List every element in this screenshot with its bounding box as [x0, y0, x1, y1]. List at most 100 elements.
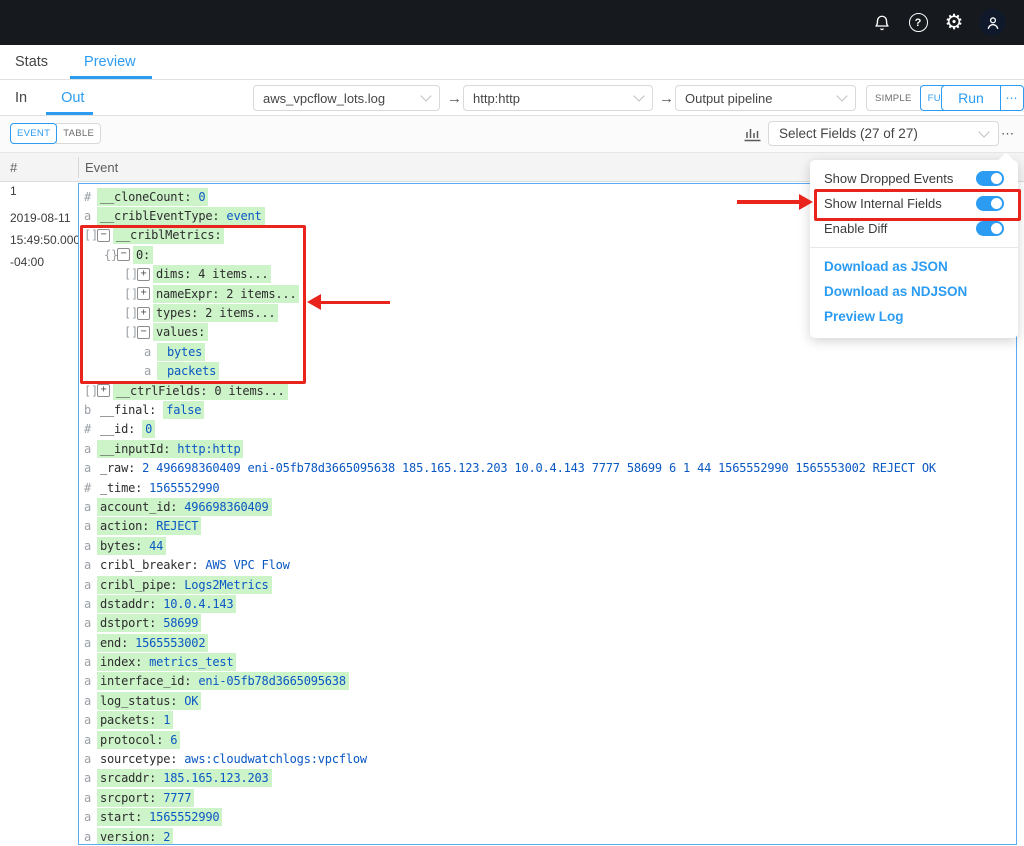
str-type-icon: a — [84, 616, 97, 630]
histogram-icon[interactable] — [744, 126, 761, 147]
field-value: 1565552990 — [149, 481, 219, 495]
table-view-button[interactable]: TABLE — [56, 123, 101, 144]
event-field-version: aversion:2 — [84, 827, 1016, 845]
menu-divider — [810, 247, 1018, 248]
tab-out[interactable]: Out — [61, 81, 84, 115]
str-type-icon: a — [84, 500, 97, 514]
field-text: protocol:6 — [97, 731, 180, 749]
menu-link-preview-log[interactable]: Preview Log — [810, 304, 1018, 329]
event-field-cribl_breaker: acribl_breaker:AWS VPC Flow — [84, 555, 1016, 574]
field-key: interface_id: — [100, 674, 191, 688]
field-text: cribl_breaker:AWS VPC Flow — [97, 556, 293, 574]
field-text: dstport: 58699 — [97, 614, 201, 632]
event-field-start: astart:1565552990 — [84, 808, 1016, 827]
menu-link-download-as-ndjson[interactable]: Download as NDJSON — [810, 279, 1018, 304]
field-text: __inputId:http:http — [97, 440, 243, 458]
event-field-__id: #__id:0 — [84, 420, 1016, 439]
select-fields-dropdown[interactable]: Select Fields (27 of 27) — [768, 121, 999, 146]
chevron-down-icon — [836, 90, 847, 101]
field-text: dstaddr:10.0.4.143 — [97, 595, 236, 613]
str-type-icon: a — [84, 791, 97, 805]
field-key: version: — [100, 830, 156, 844]
gear-glyph: ⚙ — [945, 12, 964, 33]
event-time: 15:49:50.000 — [10, 229, 74, 251]
field-text: __criblEventType:event — [97, 207, 265, 225]
event-field-dstport: adstport: 58699 — [84, 614, 1016, 633]
preview-toolbar: InOut aws_vpcflow_lots.log → http:http →… — [0, 81, 1024, 116]
simple-mode-button[interactable]: SIMPLE — [866, 85, 921, 111]
settings-gear-icon[interactable]: ⚙ — [943, 12, 965, 34]
field-key: srcport: — [100, 791, 156, 805]
menu-item-show-dropped-events[interactable]: Show Dropped Events — [810, 166, 1018, 191]
expand-toggle[interactable]: + — [97, 384, 110, 397]
field-value: 1565553002 — [135, 636, 205, 650]
event-timestamp: 2019-08-11 15:49:50.000 -04:00 — [10, 207, 74, 273]
field-key: index: — [100, 655, 142, 669]
field-value: 0 — [198, 190, 205, 204]
field-text: __ctrlFields:0 items... — [113, 382, 288, 400]
run-more-button[interactable]: ⋯ — [1000, 86, 1023, 110]
event-field-cribl_pipe: acribl_pipe:Logs2Metrics — [84, 575, 1016, 594]
field-key: cribl_pipe: — [100, 578, 177, 592]
str-type-icon: a — [84, 752, 97, 766]
field-items-count: 0 items... — [214, 384, 284, 398]
more-options-button[interactable]: ⋯ — [1001, 121, 1015, 146]
field-value: 6 — [170, 733, 177, 747]
num-type-icon: # — [84, 190, 97, 204]
help-icon[interactable]: ? — [907, 12, 929, 34]
select-fields-value: Select Fields (27 of 27) — [779, 126, 918, 141]
field-text: interface_id:eni-05fb78d3665095638 — [97, 672, 349, 690]
sample-file-dropdown[interactable]: aws_vpcflow_lots.log — [253, 85, 440, 111]
tab-preview[interactable]: Preview — [84, 45, 136, 79]
event-timezone: -04:00 — [10, 251, 74, 273]
user-avatar[interactable] — [979, 9, 1006, 36]
field-value: OK — [184, 694, 198, 708]
toggle-switch-on[interactable] — [976, 171, 1004, 186]
field-text: packets:1 — [97, 711, 173, 729]
event-field-log_status: alog_status:OK — [84, 691, 1016, 710]
str-type-icon: a — [84, 461, 97, 475]
pipeline-value: Output pipeline — [685, 91, 772, 106]
field-value: 7777 — [163, 791, 191, 805]
top-navbar: ? ⚙ — [0, 0, 1024, 45]
annotation-box-show-internal-fields — [814, 189, 1021, 221]
event-table-toggle: EVENT TABLE — [10, 123, 101, 144]
str-type-icon: a — [84, 578, 97, 592]
input-dropdown[interactable]: http:http — [463, 85, 653, 111]
field-value: REJECT — [156, 519, 198, 533]
run-button[interactable]: Run — [942, 86, 1000, 110]
str-type-icon: a — [84, 209, 97, 223]
field-text: end:1565553002 — [97, 634, 208, 652]
tab-stats[interactable]: Stats — [15, 45, 48, 79]
field-value: 58699 — [163, 616, 198, 630]
field-value: 496698360409 — [184, 500, 268, 514]
field-key: dstport: — [100, 616, 156, 630]
field-value: 2 496698360409 eni-05fb78d3665095638 185… — [142, 461, 936, 475]
field-text: __id:0 — [97, 418, 158, 440]
field-key: dstaddr: — [100, 597, 156, 611]
event-field-account_id: aaccount_id:496698360409 — [84, 497, 1016, 516]
menu-item-label: Enable Diff — [824, 221, 887, 236]
field-text: action:REJECT — [97, 517, 201, 535]
bool-type-icon: b — [84, 403, 97, 417]
field-text: _raw:2 496698360409 eni-05fb78d366509563… — [97, 459, 939, 477]
menu-item-label: Show Dropped Events — [824, 171, 953, 186]
pipeline-dropdown[interactable]: Output pipeline — [675, 85, 856, 111]
event-view-button[interactable]: EVENT — [10, 123, 57, 144]
str-type-icon: a — [84, 442, 97, 456]
field-text: index:metrics_test — [97, 653, 236, 671]
field-text: __cloneCount: 0 — [97, 188, 208, 206]
bell-icon[interactable] — [871, 12, 893, 34]
field-key: __id: — [100, 422, 135, 436]
tab-in[interactable]: In — [15, 81, 27, 115]
event-field-srcport: asrcport: 7777 — [84, 788, 1016, 807]
field-key: packets: — [100, 713, 156, 727]
str-type-icon: a — [84, 636, 97, 650]
field-value: aws:cloudwatchlogs:vpcflow — [184, 752, 367, 766]
field-text: log_status:OK — [97, 692, 201, 710]
menu-link-download-as-json[interactable]: Download as JSON — [810, 254, 1018, 279]
toggle-switch-on[interactable] — [976, 221, 1004, 236]
event-field-protocol: aprotocol:6 — [84, 730, 1016, 749]
field-key: __cloneCount: — [100, 190, 191, 204]
field-text: version:2 — [97, 828, 173, 845]
